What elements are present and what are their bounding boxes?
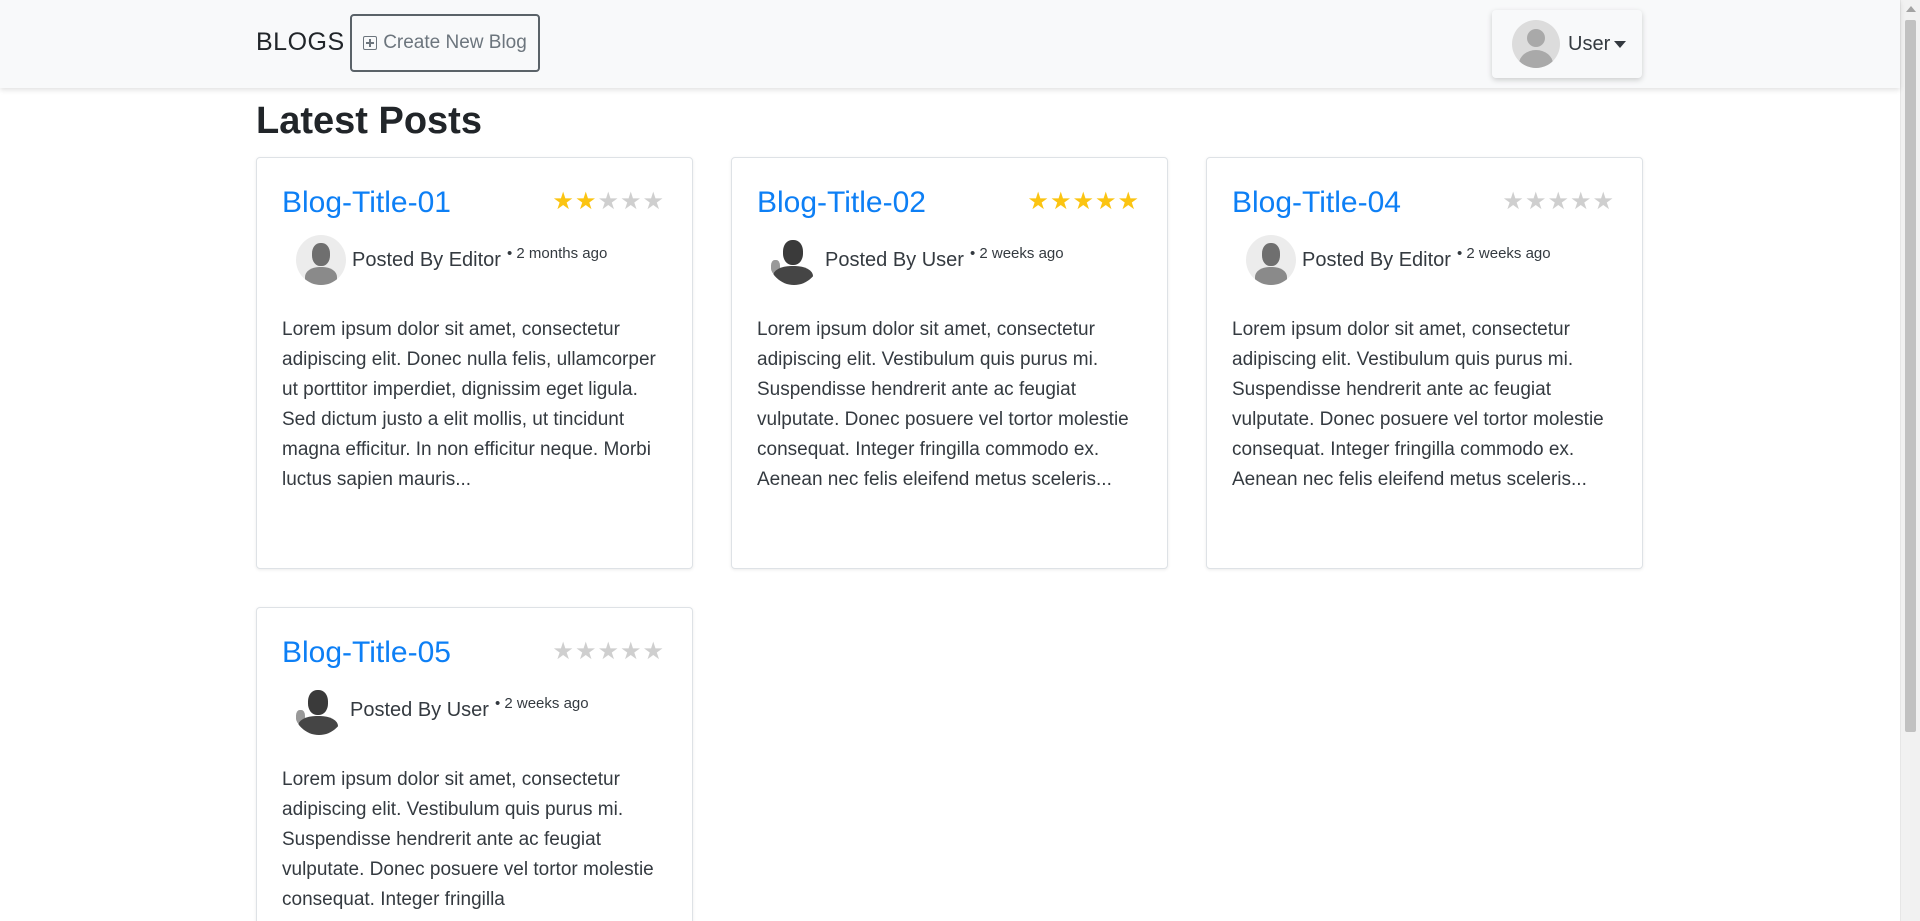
star-icon[interactable]: ★	[1525, 190, 1547, 214]
caret-down-icon	[1614, 40, 1627, 48]
posted-by-label: Posted By User	[350, 698, 489, 721]
post-excerpt: Lorem ipsum dolor sit amet, consectetur …	[1232, 319, 1604, 490]
post-excerpt: Lorem ipsum dolor sit amet, consectetur …	[757, 319, 1129, 490]
star-icon[interactable]: ★	[1050, 190, 1072, 214]
post-title-link[interactable]: Blog-Title-05	[282, 636, 451, 670]
posted-by-label: Posted By Editor	[1302, 248, 1451, 271]
star-icon[interactable]: ★	[575, 190, 597, 214]
author-avatar	[294, 685, 344, 735]
post-title-link[interactable]: Blog-Title-01	[282, 186, 451, 220]
star-icon[interactable]: ★	[1592, 190, 1614, 214]
user-menu-dropdown[interactable]: User	[1492, 10, 1642, 78]
page: BLOGS Create New Blog User Latest Posts …	[0, 0, 1920, 921]
brand-link[interactable]: BLOGS	[256, 28, 345, 57]
post-card: Blog-Title-02 ★ ★ ★ ★ ★ Posted By User • 2 w…	[731, 157, 1168, 569]
create-new-blog-button[interactable]: Create New Blog	[350, 14, 540, 72]
user-menu-label: User	[1568, 32, 1611, 55]
page-title: Latest Posts	[256, 100, 482, 142]
star-icon[interactable]: ★	[620, 190, 642, 214]
plus-square-icon	[363, 36, 378, 50]
author-row: Posted By User • 2 weeks ago	[757, 234, 1064, 286]
star-rating[interactable]: ★ ★ ★ ★ ★	[1027, 190, 1139, 214]
posted-by-label: Posted By Editor	[352, 248, 501, 271]
post-title-link[interactable]: Blog-Title-04	[1232, 186, 1401, 220]
star-icon[interactable]: ★	[642, 640, 664, 664]
star-icon[interactable]: ★	[1027, 190, 1049, 214]
create-new-blog-label: Create New Blog	[383, 32, 527, 53]
star-icon[interactable]: ★	[1095, 190, 1117, 214]
star-icon[interactable]: ★	[620, 640, 642, 664]
user-avatar	[1512, 20, 1560, 68]
author-avatar	[1246, 235, 1296, 285]
star-icon[interactable]: ★	[642, 190, 664, 214]
author-row: Posted By User • 2 weeks ago	[282, 684, 589, 736]
post-time: • 2 weeks ago	[494, 694, 589, 712]
scrollbar-thumb[interactable]	[1905, 20, 1916, 732]
post-time: • 2 weeks ago	[1456, 244, 1551, 262]
post-time: • 2 weeks ago	[969, 244, 1064, 262]
star-icon[interactable]: ★	[597, 190, 619, 214]
post-card: Blog-Title-05 ★ ★ ★ ★ ★ Posted By User • 2 w…	[256, 607, 693, 921]
author-row: Posted By Editor • 2 months ago	[282, 234, 607, 286]
star-icon[interactable]: ★	[1502, 190, 1524, 214]
star-icon[interactable]: ★	[552, 190, 574, 214]
author-avatar	[769, 235, 819, 285]
post-card: Blog-Title-01 ★ ★ ★ ★ ★ Posted By Editor • 2…	[256, 157, 693, 569]
star-icon[interactable]: ★	[597, 640, 619, 664]
star-icon[interactable]: ★	[1570, 190, 1592, 214]
page-scrollbar[interactable]	[1900, 0, 1920, 921]
star-icon[interactable]: ★	[1117, 190, 1139, 214]
posted-by-label: Posted By User	[825, 248, 964, 271]
post-time: • 2 months ago	[506, 244, 608, 262]
star-icon[interactable]: ★	[552, 640, 574, 664]
post-card: Blog-Title-04 ★ ★ ★ ★ ★ Posted By Editor • 2…	[1206, 157, 1643, 569]
star-icon[interactable]: ★	[1547, 190, 1569, 214]
star-rating[interactable]: ★ ★ ★ ★ ★	[552, 640, 664, 664]
star-icon[interactable]: ★	[575, 640, 597, 664]
star-rating[interactable]: ★ ★ ★ ★ ★	[552, 190, 664, 214]
scroll-up-arrow-icon[interactable]	[1906, 6, 1916, 12]
author-avatar	[296, 235, 346, 285]
star-rating[interactable]: ★ ★ ★ ★ ★	[1502, 190, 1614, 214]
star-icon[interactable]: ★	[1072, 190, 1094, 214]
navbar: BLOGS Create New Blog User	[0, 0, 1900, 88]
post-excerpt: Lorem ipsum dolor sit amet, consectetur …	[282, 319, 656, 490]
author-row: Posted By Editor • 2 weeks ago	[1232, 234, 1551, 286]
post-title-link[interactable]: Blog-Title-02	[757, 186, 926, 220]
post-excerpt: Lorem ipsum dolor sit amet, consectetur …	[282, 769, 654, 910]
